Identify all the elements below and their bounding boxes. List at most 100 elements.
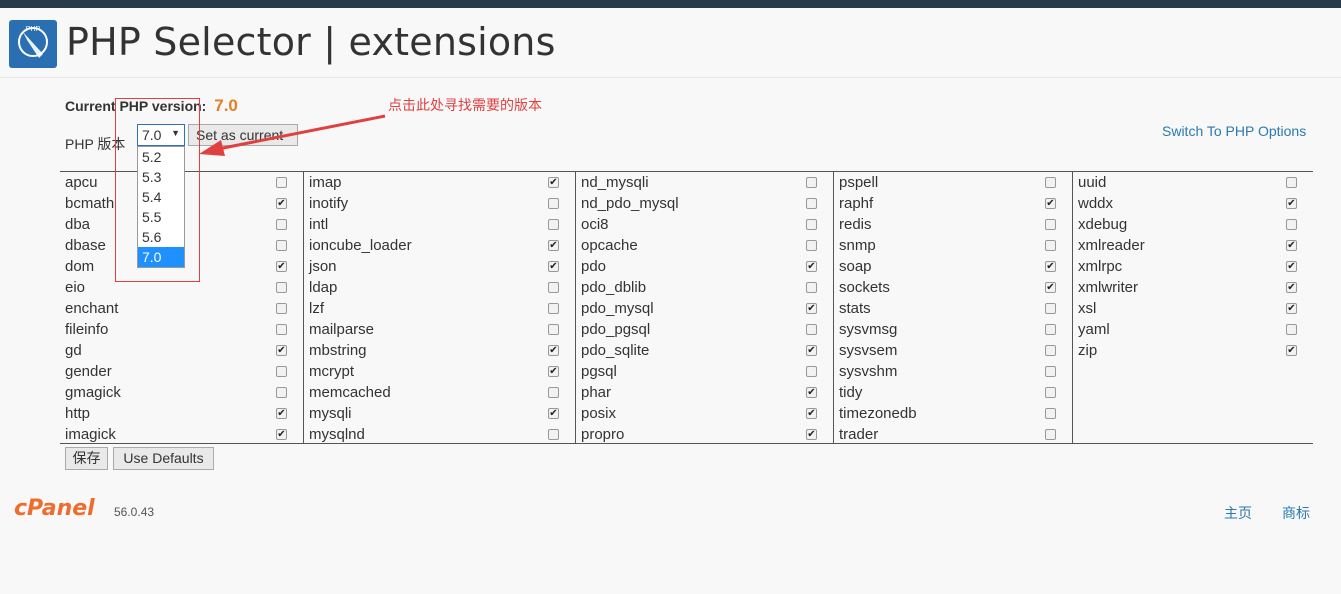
php-selector-logo-icon: PHP (9, 20, 57, 68)
version-option[interactable]: 5.2 (138, 147, 184, 167)
extension-checkbox[interactable] (806, 366, 817, 377)
extension-checkbox[interactable]: ✔ (1286, 303, 1297, 314)
extension-checkbox[interactable]: ✔ (806, 303, 817, 314)
extension-name: intl (309, 216, 329, 233)
extension-checkbox[interactable]: ✔ (806, 408, 817, 419)
extension-checkbox[interactable]: ✔ (1286, 198, 1297, 209)
extension-checkbox[interactable] (276, 366, 287, 377)
cpanel-logo[interactable]: cPanel (14, 496, 95, 521)
extension-checkbox[interactable]: ✔ (806, 387, 817, 398)
extension-name: xdebug (1078, 216, 1128, 233)
extension-checkbox[interactable] (1286, 219, 1297, 230)
extension-checkbox[interactable] (1045, 303, 1056, 314)
extension-checkbox[interactable] (548, 303, 559, 314)
extension-checkbox[interactable] (1045, 177, 1056, 188)
extension-checkbox[interactable] (806, 219, 817, 230)
extension-name: raphf (839, 195, 874, 212)
version-option[interactable]: 5.3 (138, 167, 184, 187)
extension-checkbox[interactable] (276, 324, 287, 335)
extension-checkbox[interactable] (548, 429, 559, 440)
version-option[interactable]: 5.6 (138, 227, 184, 247)
extension-checkbox[interactable] (1045, 387, 1056, 398)
php-version-select[interactable]: 7.0 ▼ (137, 124, 185, 146)
extension-checkbox[interactable] (1045, 324, 1056, 335)
extension-row: uuid (1073, 172, 1314, 193)
extension-row: pdo ✔ (576, 256, 834, 277)
checkmark-icon: ✔ (549, 366, 558, 377)
extension-checkbox[interactable] (806, 177, 817, 188)
extension-name: xsl (1078, 300, 1097, 317)
version-option[interactable]: 5.4 (138, 187, 184, 207)
extension-name: mbstring (309, 342, 367, 359)
extension-checkbox[interactable] (276, 282, 287, 293)
extension-checkbox[interactable]: ✔ (548, 261, 559, 272)
checkmark-icon: ✔ (1287, 303, 1296, 314)
version-option[interactable]: 7.0 (138, 247, 184, 267)
extension-checkbox[interactable] (548, 387, 559, 398)
extension-name: opcache (581, 237, 638, 254)
extension-checkbox[interactable] (1045, 219, 1056, 230)
extension-checkbox[interactable]: ✔ (1286, 240, 1297, 251)
extension-checkbox[interactable] (806, 240, 817, 251)
extension-checkbox[interactable] (276, 177, 287, 188)
extension-checkbox[interactable]: ✔ (1286, 261, 1297, 272)
extension-row: pdo_pgsql (576, 319, 834, 340)
checkmark-icon: ✔ (549, 408, 558, 419)
extension-checkbox[interactable] (276, 303, 287, 314)
footer-link-home[interactable]: 主页 (1224, 503, 1252, 523)
extension-checkbox[interactable] (1045, 429, 1056, 440)
extension-checkbox[interactable]: ✔ (276, 261, 287, 272)
extension-checkbox[interactable]: ✔ (1045, 261, 1056, 272)
extension-checkbox[interactable] (548, 219, 559, 230)
extension-row: pdo_mysql ✔ (576, 298, 834, 319)
use-defaults-button[interactable]: Use Defaults (113, 447, 214, 470)
extension-checkbox[interactable]: ✔ (276, 408, 287, 419)
extension-name: pdo (581, 258, 607, 275)
version-option[interactable]: 5.5 (138, 207, 184, 227)
extension-name: sysvshm (839, 363, 898, 380)
extension-checkbox[interactable] (548, 198, 559, 209)
extension-name: propro (581, 426, 625, 443)
extension-checkbox[interactable] (548, 282, 559, 293)
extension-name: dba (65, 216, 91, 233)
extension-checkbox[interactable]: ✔ (1045, 282, 1056, 293)
checkmark-icon: ✔ (807, 429, 816, 440)
extension-checkbox[interactable] (806, 282, 817, 293)
extension-checkbox[interactable]: ✔ (1286, 345, 1297, 356)
extension-checkbox[interactable]: ✔ (806, 345, 817, 356)
extension-checkbox[interactable]: ✔ (548, 345, 559, 356)
extension-checkbox[interactable]: ✔ (548, 366, 559, 377)
footer-link-trademarks[interactable]: 商标 (1282, 503, 1310, 523)
extension-checkbox[interactable] (276, 219, 287, 230)
extension-checkbox[interactable] (1045, 408, 1056, 419)
cpanel-version: 56.0.43 (114, 505, 155, 519)
extension-checkbox[interactable] (548, 324, 559, 335)
extension-checkbox[interactable]: ✔ (548, 177, 559, 188)
extension-checkbox[interactable]: ✔ (276, 198, 287, 209)
extension-checkbox[interactable]: ✔ (806, 429, 817, 440)
extension-checkbox[interactable]: ✔ (548, 240, 559, 251)
checkmark-icon: ✔ (549, 177, 558, 188)
extension-checkbox[interactable] (276, 240, 287, 251)
extension-checkbox[interactable] (1045, 366, 1056, 377)
save-button[interactable]: 保存 (65, 447, 108, 470)
extension-checkbox[interactable]: ✔ (276, 345, 287, 356)
extension-checkbox[interactable] (276, 387, 287, 398)
switch-to-php-options-link[interactable]: Switch To PHP Options (1162, 123, 1306, 139)
extension-name: xmlwriter (1078, 279, 1138, 296)
extension-checkbox[interactable]: ✔ (806, 261, 817, 272)
extension-checkbox[interactable] (806, 324, 817, 335)
extension-name: phar (581, 384, 612, 401)
extension-checkbox[interactable] (1286, 324, 1297, 335)
extension-checkbox[interactable] (1045, 345, 1056, 356)
extension-checkbox[interactable]: ✔ (276, 429, 287, 440)
php-version-label: PHP 版本 (65, 136, 126, 152)
extension-checkbox[interactable]: ✔ (1045, 198, 1056, 209)
extension-checkbox[interactable]: ✔ (1286, 282, 1297, 293)
extension-checkbox[interactable] (1286, 177, 1297, 188)
extensions-column: uuid wddx ✔ xdebug xmlreader ✔ xmlrpc ✔ xmlwrite… (1072, 172, 1313, 443)
extension-name: snmp (839, 237, 876, 254)
extension-checkbox[interactable]: ✔ (548, 408, 559, 419)
extension-checkbox[interactable] (806, 198, 817, 209)
extension-checkbox[interactable] (1045, 240, 1056, 251)
